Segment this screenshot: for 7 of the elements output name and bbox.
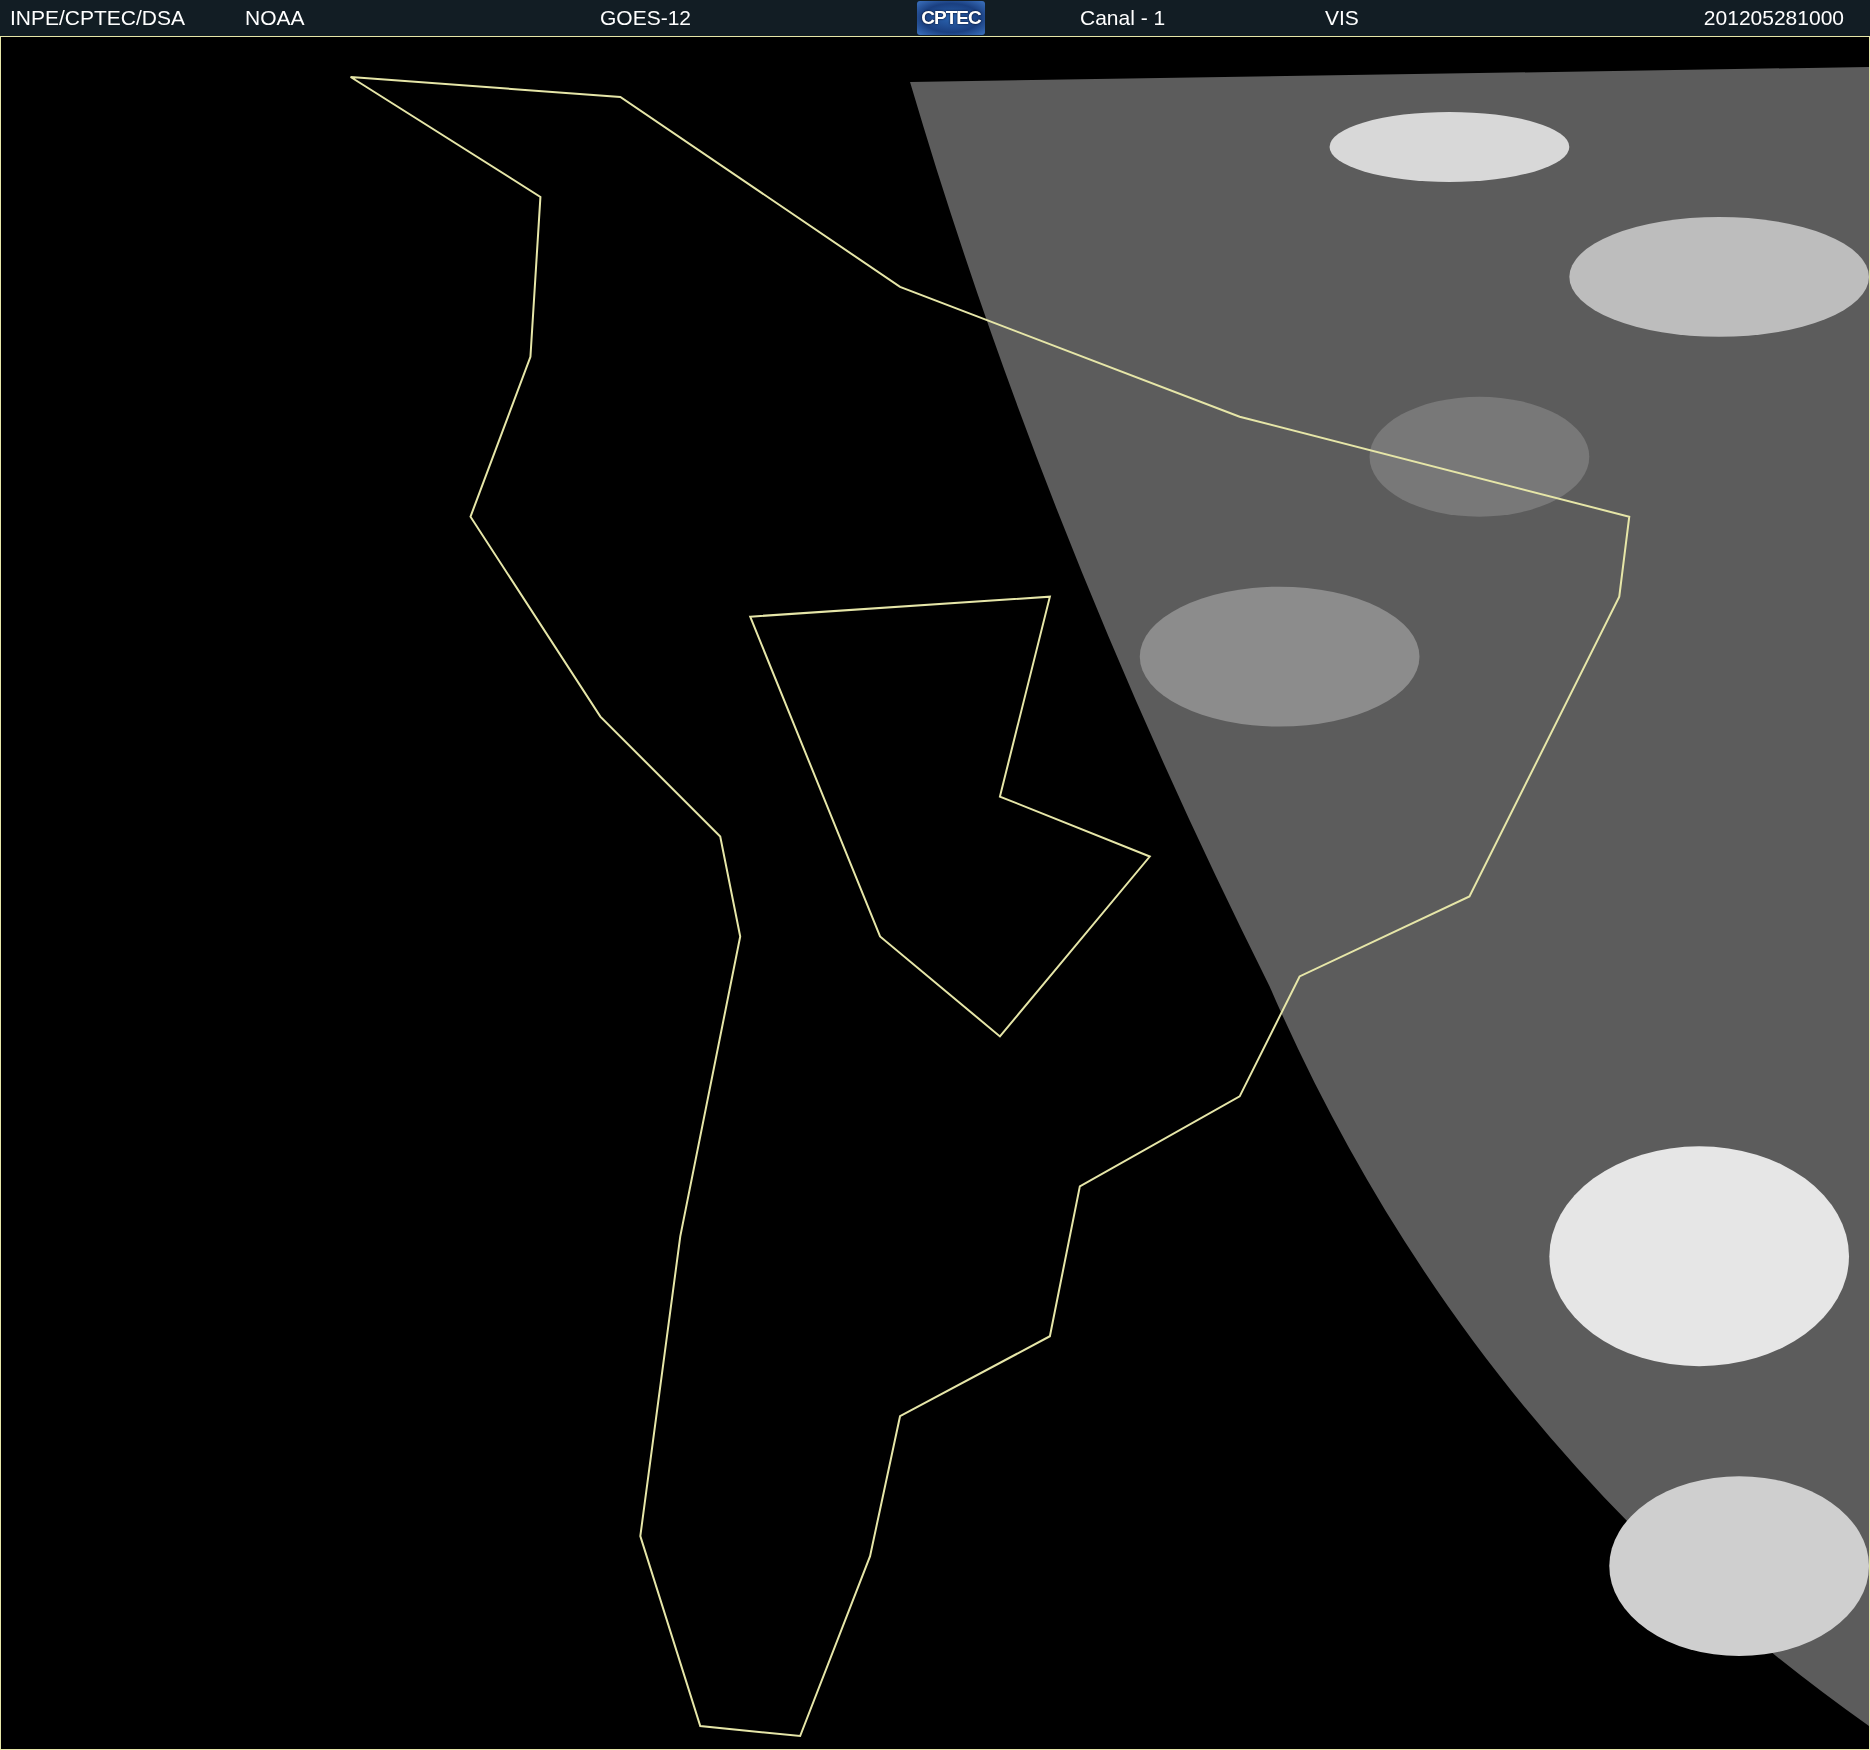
header-label: GOES-12 xyxy=(600,6,692,30)
header-label: NOAA xyxy=(245,6,305,30)
header-label: 201205281000 xyxy=(1703,6,1844,30)
header-label: INPE/CPTEC/DSA xyxy=(10,6,186,30)
logo: CPTEC xyxy=(917,1,985,35)
header-label: VIS xyxy=(1325,6,1359,30)
header-label: Canal - 1 xyxy=(1080,6,1166,30)
